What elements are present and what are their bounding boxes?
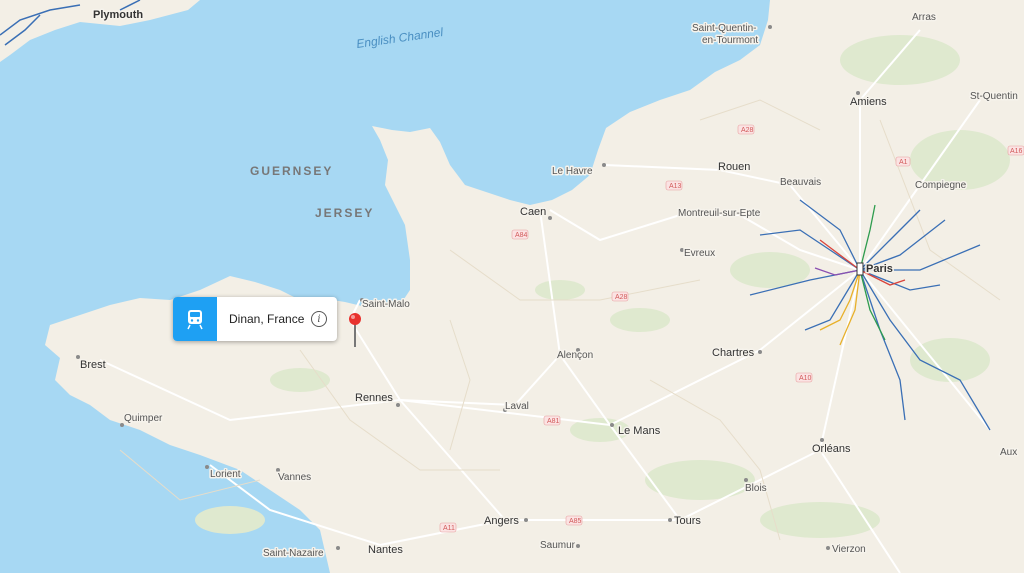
svg-text:A16: A16 bbox=[1010, 148, 1023, 155]
svg-text:A1: A1 bbox=[899, 159, 908, 166]
city-label: Orléans bbox=[812, 443, 851, 455]
train-icon bbox=[173, 297, 217, 341]
info-icon[interactable]: i bbox=[311, 311, 327, 327]
city-label: Blois bbox=[745, 483, 767, 494]
svg-text:A13: A13 bbox=[669, 183, 682, 190]
paris-station-marker bbox=[856, 262, 864, 276]
city-label: St-Quentin bbox=[970, 91, 1018, 102]
region-label-guernsey: GUERNSEY bbox=[250, 164, 333, 178]
city-label: Angers bbox=[484, 515, 519, 527]
city-label: Brest bbox=[80, 359, 106, 371]
callout-title: Dinan, France bbox=[229, 312, 305, 326]
city-label: Compiegne bbox=[915, 180, 967, 191]
city-label: Amiens bbox=[850, 96, 887, 108]
city-label: Caen bbox=[520, 206, 546, 218]
city-label: Rouen bbox=[718, 161, 750, 173]
city-label: Saint-Quentin- bbox=[692, 23, 756, 34]
svg-text:A10: A10 bbox=[799, 375, 812, 382]
city-label: en-Tourmont bbox=[702, 35, 758, 46]
city-label: Beauvais bbox=[780, 177, 821, 188]
city-label: Rennes bbox=[355, 392, 393, 404]
city-label: Vannes bbox=[278, 472, 311, 483]
city-label: Lorient bbox=[210, 469, 241, 480]
city-label: Paris bbox=[866, 263, 893, 275]
region-label-jersey: JERSEY bbox=[315, 206, 374, 220]
city-label: Le Havre bbox=[552, 166, 593, 177]
city-label: Aux bbox=[1000, 447, 1017, 458]
svg-text:A85: A85 bbox=[569, 518, 582, 525]
city-label: Evreux bbox=[684, 248, 715, 259]
city-label: Le Mans bbox=[618, 425, 661, 437]
svg-text:A81: A81 bbox=[547, 418, 560, 425]
city-label: Vierzon bbox=[832, 544, 866, 555]
city-label: Saint-Malo bbox=[362, 299, 410, 310]
city-label: Tours bbox=[674, 515, 701, 527]
svg-text:A28: A28 bbox=[741, 127, 754, 134]
city-label: Quimper bbox=[124, 413, 163, 424]
city-label: Laval bbox=[505, 401, 529, 412]
city-label: Nantes bbox=[368, 544, 403, 556]
city-label: Alençon bbox=[557, 350, 593, 361]
city-label: Chartres bbox=[712, 347, 755, 359]
city-label: Montreuil-sur-Epte bbox=[678, 208, 761, 219]
city-label: Saint-Nazaire bbox=[263, 548, 324, 559]
city-label: Arras bbox=[912, 12, 936, 23]
map-canvas[interactable]: A28 A13 A84 A28 A1 A16 A81 A10 A11 A85 E… bbox=[0, 0, 1024, 573]
svg-text:A84: A84 bbox=[515, 232, 528, 239]
svg-text:A11: A11 bbox=[443, 525, 455, 532]
svg-text:A28: A28 bbox=[615, 294, 628, 301]
location-callout[interactable]: Dinan, France i bbox=[173, 297, 337, 341]
city-label: Saumur bbox=[540, 540, 576, 551]
city-label: Plymouth bbox=[93, 9, 143, 21]
